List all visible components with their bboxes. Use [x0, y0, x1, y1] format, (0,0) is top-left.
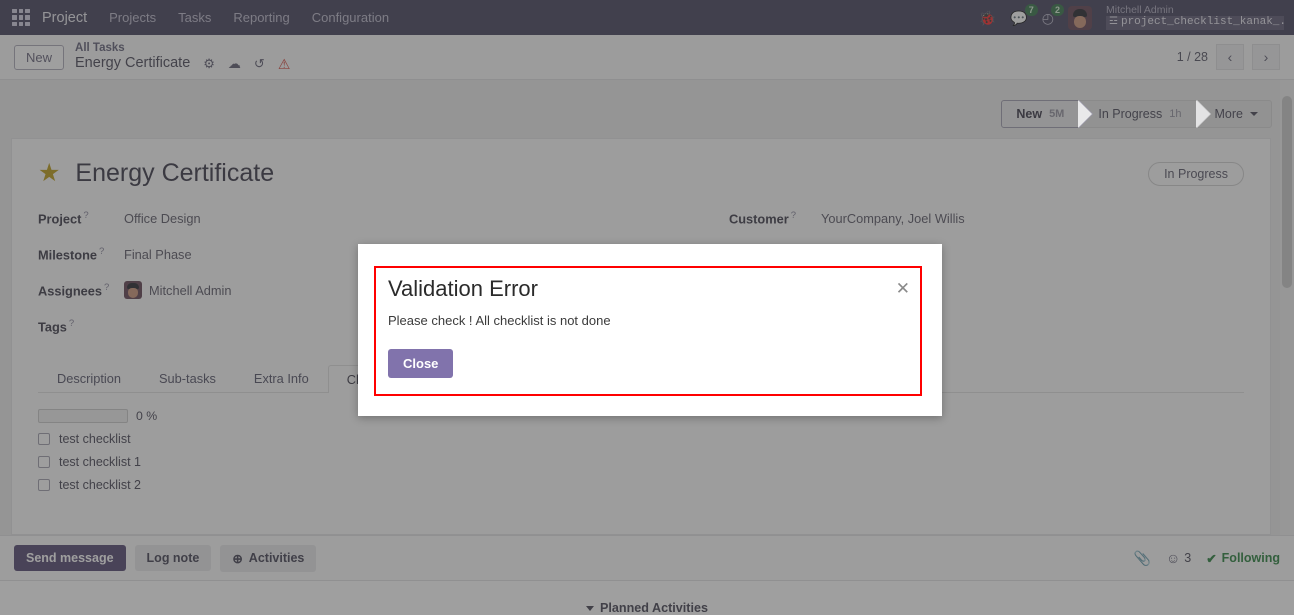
close-button[interactable]: Close — [388, 349, 454, 378]
screen: Project Projects Tasks Reporting Configu… — [0, 0, 1294, 615]
dialog-message: Please check ! All checklist is not done — [388, 313, 611, 328]
dialog-highlight-box: Validation Error ✕ Please check ! All ch… — [374, 266, 922, 396]
close-icon[interactable]: ✕ — [896, 280, 910, 297]
validation-error-dialog: Validation Error ✕ Please check ! All ch… — [358, 244, 942, 416]
dialog-title: Validation Error — [388, 276, 538, 301]
